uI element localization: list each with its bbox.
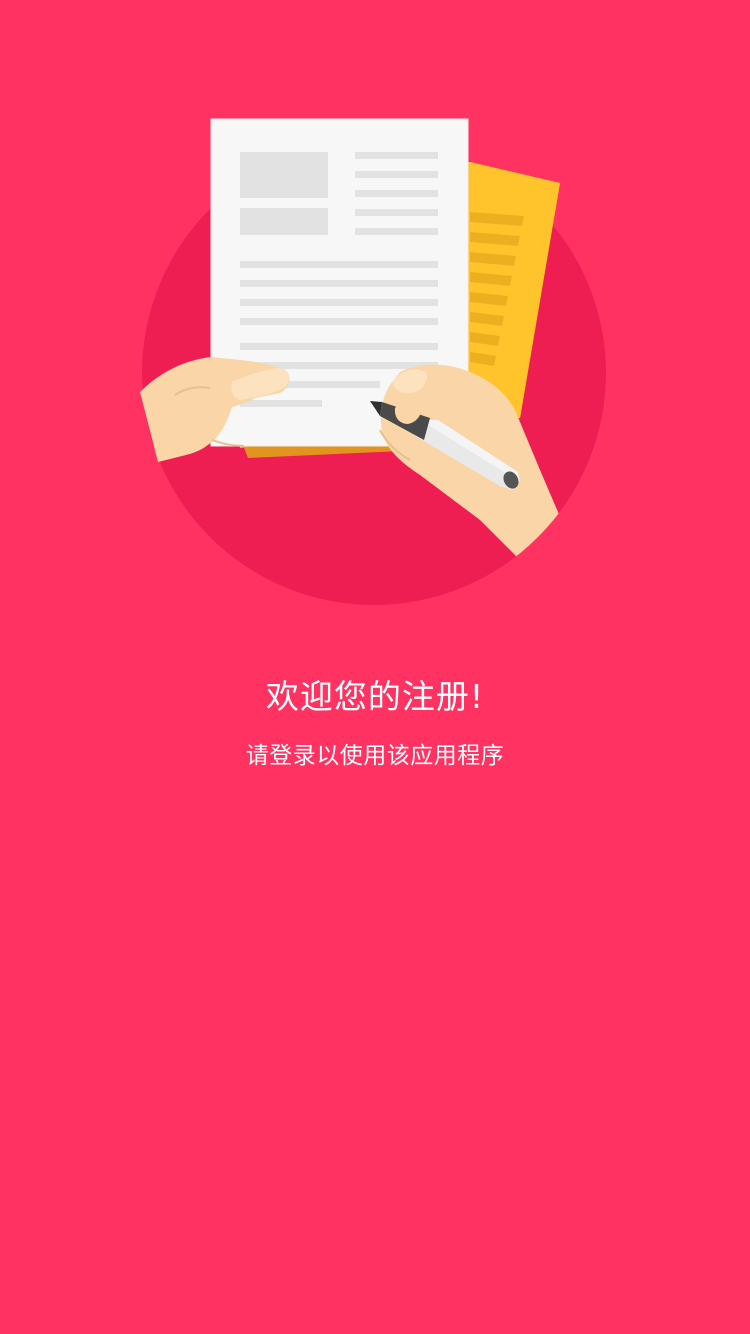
welcome-subtitle: 请登录以使用该应用程序 — [245, 743, 505, 769]
document-signing-illustration — [140, 118, 606, 605]
welcome-screen: 欢迎您的注册! 请登录以使用该应用程序 — [0, 0, 750, 1334]
welcome-title: 欢迎您的注册! — [265, 677, 485, 716]
